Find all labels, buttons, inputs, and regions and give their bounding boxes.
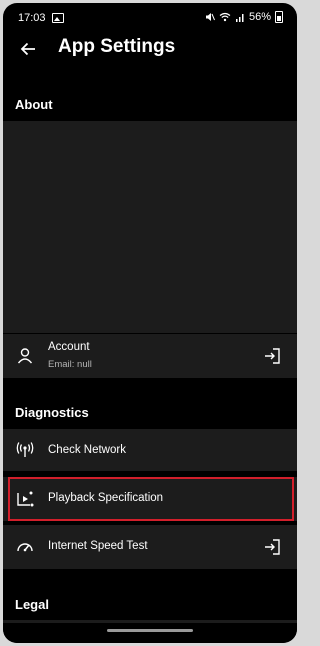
- person-icon: [17, 348, 33, 364]
- status-icons: 56%: [205, 11, 283, 23]
- app-screen: 17:03 56% App Settings About Account Ema…: [3, 3, 297, 643]
- section-heading-about: About: [15, 97, 53, 112]
- battery-percent: 56%: [248, 11, 271, 23]
- wifi-icon: [219, 12, 231, 22]
- open-external-icon[interactable]: [263, 538, 281, 556]
- app-bar: App Settings: [3, 33, 297, 65]
- gallery-notification-icon: [52, 13, 64, 23]
- highlight-box: [8, 477, 294, 521]
- sign-in-icon[interactable]: [263, 347, 281, 365]
- account-row[interactable]: Account Email: null: [3, 334, 297, 378]
- internet-speed-test-label: Internet Speed Test: [48, 540, 148, 552]
- mute-icon: [205, 13, 215, 21]
- account-email: Email: null: [48, 359, 92, 370]
- speedometer-icon: [17, 543, 33, 552]
- check-network-row[interactable]: Check Network: [3, 429, 297, 471]
- back-button[interactable]: [15, 37, 41, 61]
- home-indicator[interactable]: [107, 629, 193, 632]
- page-title: App Settings: [58, 36, 176, 57]
- arrow-left-icon: [20, 42, 35, 56]
- section-heading-diagnostics: Diagnostics: [15, 405, 89, 420]
- about-content-area: [3, 121, 297, 333]
- section-heading-legal: Legal: [15, 597, 49, 612]
- navigation-bar: [3, 623, 297, 643]
- battery-icon: [275, 11, 283, 23]
- signal-icon: [235, 14, 244, 22]
- status-time: 17:03: [18, 12, 46, 24]
- status-bar: 17:03 56%: [3, 3, 297, 33]
- internet-speed-test-row[interactable]: Internet Speed Test: [3, 525, 297, 569]
- check-network-label: Check Network: [48, 444, 126, 456]
- antenna-icon: [16, 442, 34, 457]
- account-label: Account: [48, 341, 90, 353]
